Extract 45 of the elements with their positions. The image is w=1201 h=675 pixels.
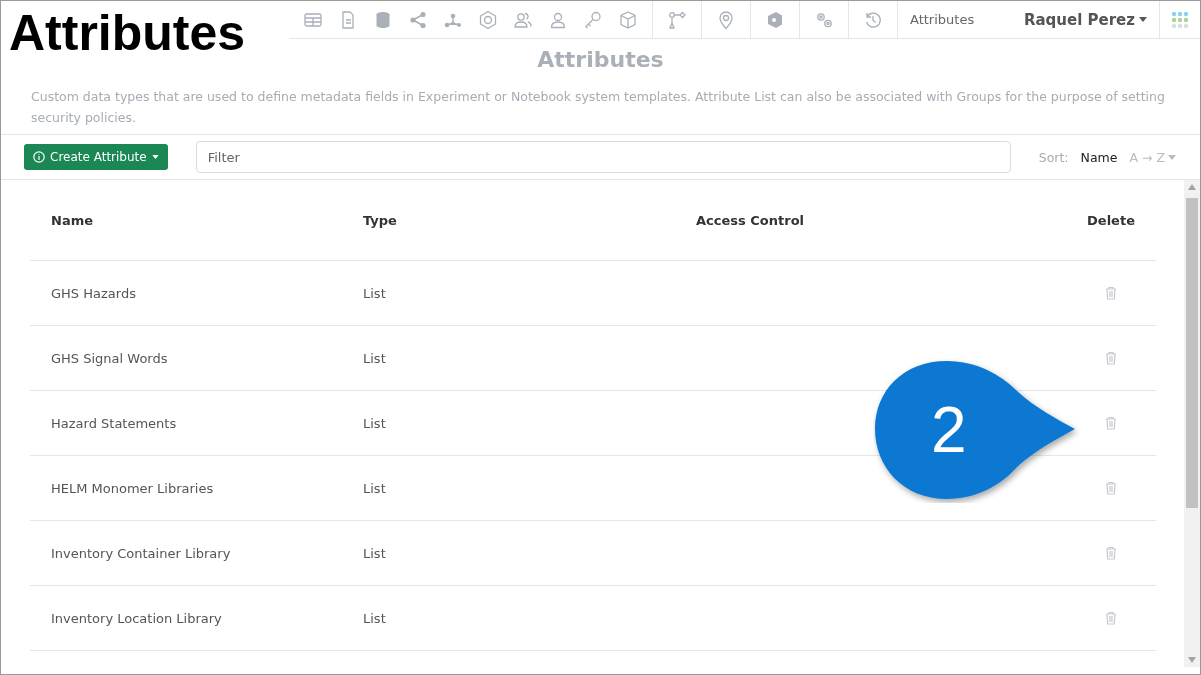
- key-icon[interactable]: [583, 9, 603, 30]
- trash-icon[interactable]: [1105, 611, 1117, 625]
- attribute-name: Hazard Statements: [50, 415, 178, 431]
- trash-icon[interactable]: [1105, 546, 1117, 560]
- page-title: Attributes: [536, 47, 665, 72]
- breadcrumb: Attributes: [909, 12, 976, 27]
- attribute-type: List: [363, 350, 387, 366]
- attribute-name: Inventory Location Library: [50, 610, 223, 626]
- cube-icon[interactable]: [618, 9, 638, 30]
- attribute-name: HELM Monomer Libraries: [50, 480, 215, 496]
- scrollbar[interactable]: [1184, 180, 1200, 667]
- caret-icon: [151, 155, 159, 159]
- attribute-type: List: [363, 480, 387, 496]
- caret-icon: [1139, 17, 1147, 22]
- trash-icon[interactable]: [1105, 481, 1117, 495]
- attribute-type: List: [363, 285, 387, 301]
- scroll-down-icon[interactable]: [1188, 657, 1196, 663]
- attribute-type: List: [363, 415, 387, 431]
- sort-field[interactable]: Name: [1080, 149, 1118, 165]
- trash-icon[interactable]: [1105, 351, 1117, 365]
- attribute-type: List: [363, 545, 387, 561]
- attribute-type: List: [363, 610, 387, 626]
- user-menu[interactable]: Raquel Perez: [1017, 9, 1159, 30]
- trash-icon[interactable]: [1105, 416, 1117, 430]
- workflow-icon[interactable]: [667, 9, 687, 30]
- hexagon-icon[interactable]: [478, 9, 498, 30]
- attribute-name: GHS Signal Words: [50, 350, 169, 366]
- share-icon[interactable]: [408, 9, 428, 30]
- trash-icon[interactable]: [1105, 286, 1117, 300]
- location-pin-icon[interactable]: [716, 9, 736, 30]
- info-icon: [33, 151, 45, 163]
- column-header: Type: [363, 212, 398, 228]
- filter-field[interactable]: Filter: [195, 141, 1011, 173]
- sort-label: Sort:: [1038, 149, 1069, 165]
- attribute-name: GHS Hazards: [50, 285, 137, 301]
- history-icon[interactable]: [863, 9, 883, 30]
- scroll-up-icon[interactable]: [1188, 184, 1196, 190]
- column-header: Delete: [1086, 212, 1136, 228]
- caret-icon: [1168, 154, 1176, 160]
- attribute-name: Inventory Container Library: [50, 545, 232, 561]
- create-attribute-button[interactable]: Create Attribute: [24, 144, 168, 170]
- column-header: Name: [50, 212, 94, 228]
- column-header: Access Control: [696, 212, 806, 228]
- page-description: Custom data types that are used to define metadata fields in Experiment or Notebook system templates. Attribute List can also be associated with Groups for the purpose of setting security policies.: [31, 88, 1166, 127]
- app-grid-icon[interactable]: [1171, 10, 1189, 29]
